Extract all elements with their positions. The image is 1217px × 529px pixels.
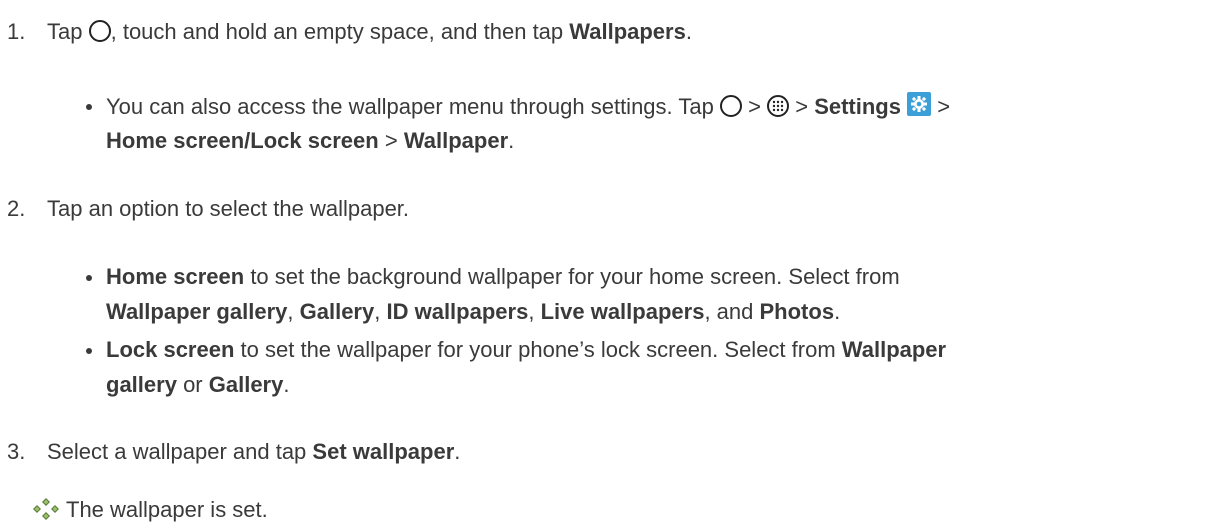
step-2-lock-option-line2: gallery or Gallery. [106, 372, 290, 397]
step-2-lock-option: Lock screen to set the wallpaper for you… [106, 337, 947, 362]
bullet [86, 104, 92, 110]
step-1-note-line2: Home screen/Lock screen > Wallpaper. [106, 128, 515, 153]
apps-icon [767, 95, 790, 117]
step-number: 2. [7, 196, 26, 221]
home-circle-icon [88, 20, 111, 42]
step-number: 1. [7, 19, 26, 44]
result-text: The wallpaper is set. [66, 497, 268, 522]
result-diamond-icon [33, 498, 59, 520]
step-1: 1. Tap , touch and hold an empty space, a… [7, 19, 692, 44]
step-3: 3. Select a wallpaper and tap Set wallpap… [7, 439, 461, 464]
bullet [86, 275, 92, 281]
step-2-home-option-line2: Wallpaper gallery, Gallery, ID wallpaper… [106, 299, 841, 324]
step-2-home-option: Home screen to set the background wallpa… [106, 264, 900, 289]
bullet [86, 348, 92, 354]
home-circle-icon [719, 95, 742, 117]
step-number: 3. [7, 439, 26, 464]
step-2: 2. Tap an option to select the wallpaper. [7, 196, 410, 221]
settings-gear-icon [907, 92, 932, 116]
step-1-note: You can also access the wallpaper menu t… [106, 92, 951, 119]
